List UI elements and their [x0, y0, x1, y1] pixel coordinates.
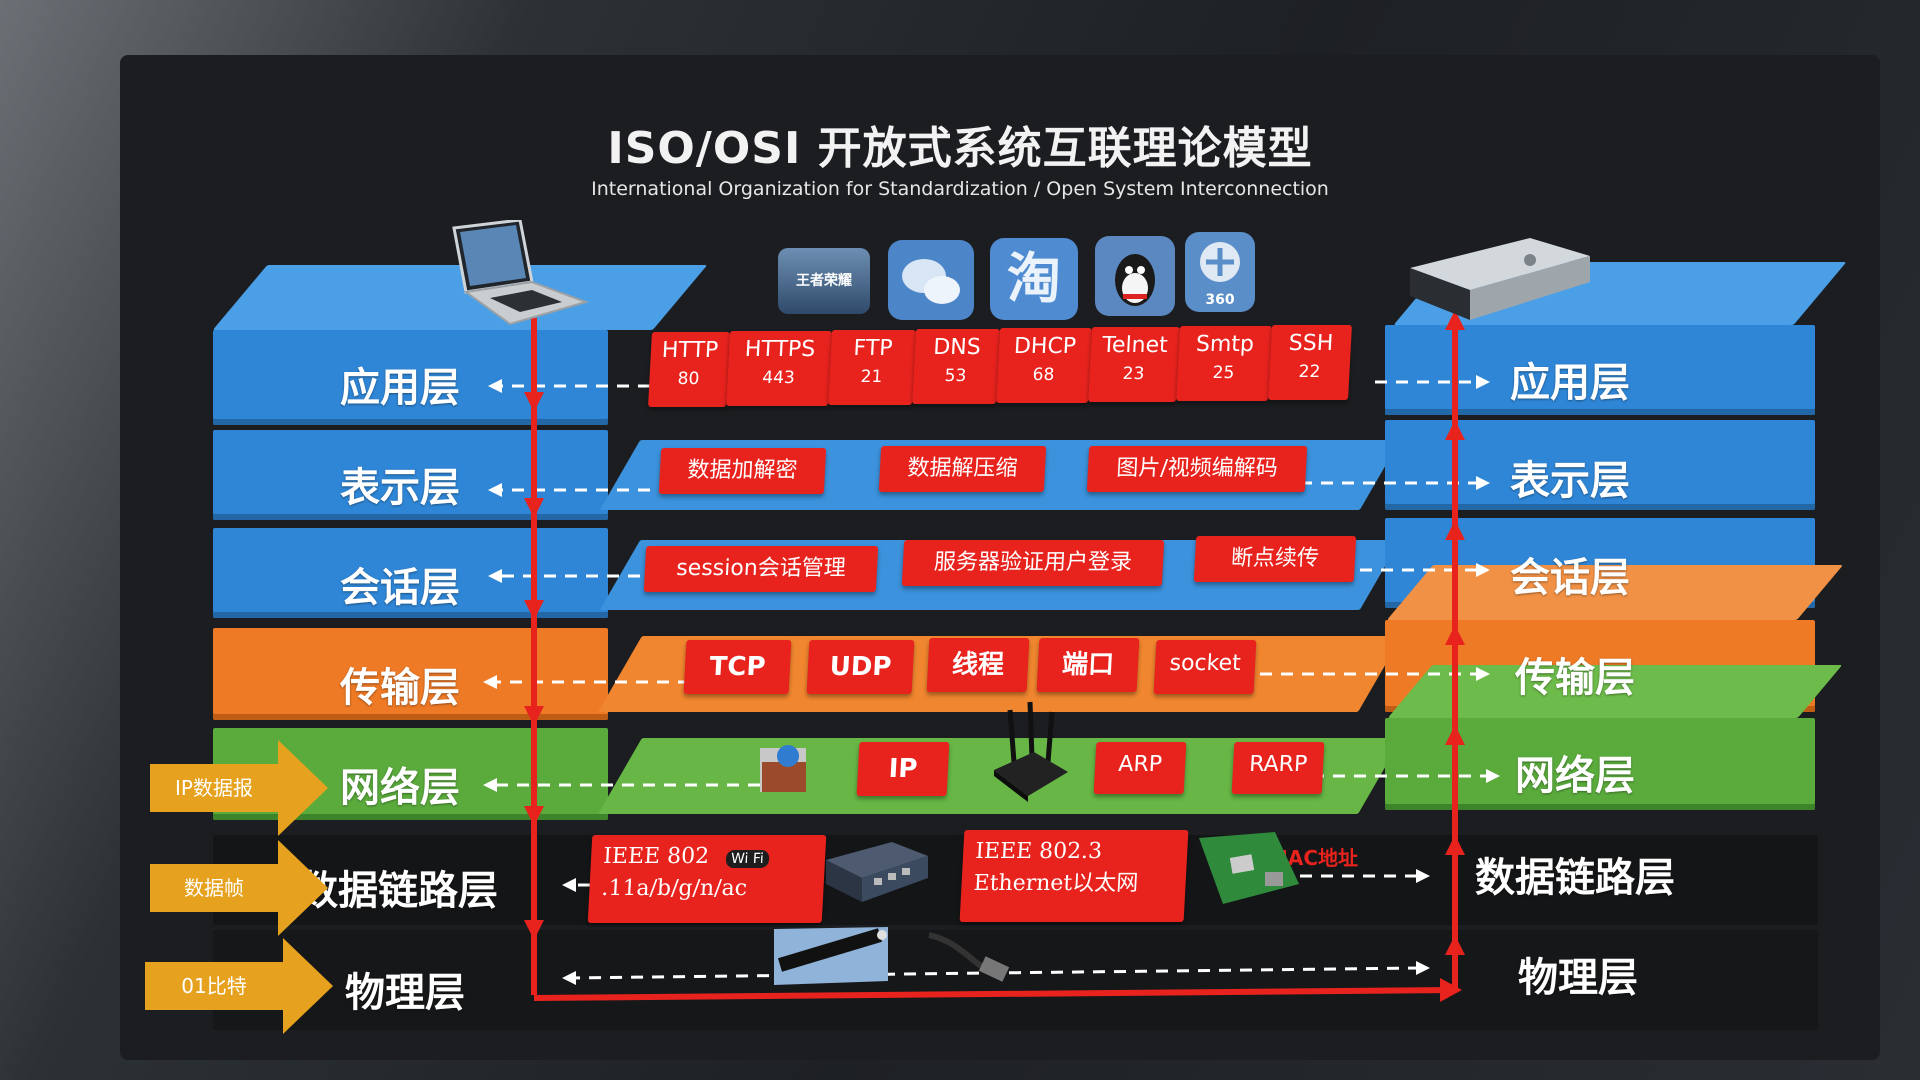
red-arrow-down-2: [524, 498, 544, 518]
ethernet-standard-line2: Ethernet以太网: [972, 871, 1139, 896]
game-app-icon-label: 王者荣耀: [796, 273, 852, 289]
red-arrow-down-3: [524, 600, 544, 620]
server-icon: [1410, 238, 1590, 320]
arrowhead-right-pres: [1476, 476, 1490, 490]
wifi-badge: Wi Fi: [725, 850, 770, 868]
red-arrow-up-4: [1445, 625, 1465, 645]
red-arrow-down-5: [524, 806, 544, 826]
arrowhead-right-trans: [1476, 667, 1490, 681]
wifi-standard-line2: .11a/b/g/n/ac: [600, 876, 748, 901]
protocol-name: Telnet: [1101, 333, 1169, 358]
protocol-name: SSH: [1288, 331, 1334, 356]
wifi-standard-line1: IEEE 802: [602, 844, 710, 869]
transport-item-port: 端口: [1036, 638, 1140, 692]
network-item-rarp: RARP: [1231, 742, 1325, 794]
presentation-item-codec: 图片/视频编解码: [1086, 446, 1308, 492]
red-arrow-down-4: [524, 706, 544, 726]
protocol-port: 68: [1032, 365, 1055, 385]
game-app-icon: 王者荣耀: [778, 248, 870, 314]
transport-item-thread: 线程: [926, 638, 1030, 692]
360-label: 360: [1205, 292, 1235, 308]
taobao-icon: 淘: [990, 238, 1078, 320]
arrowhead-left-dl: [562, 878, 576, 892]
arrowhead-left-phy: [562, 971, 576, 985]
protocol-name: HTTPS: [744, 337, 816, 362]
protocol-port: 53: [944, 366, 967, 386]
transport-item-tcp: TCP: [683, 640, 792, 694]
qq-penguin: [1115, 254, 1155, 306]
red-arrow-up-7: [1445, 935, 1465, 955]
red-arrow-up-2: [1445, 420, 1465, 440]
transport-item-udp: UDP: [806, 640, 915, 694]
protocol-tag-telnet: Telnet 23: [1088, 327, 1180, 402]
protocol-tag-http: HTTP 80: [648, 332, 730, 407]
protocol-port: 80: [677, 369, 700, 389]
presentation-item-encryption: 数据加解密: [658, 448, 827, 494]
firewall-icon: [760, 745, 806, 792]
arrowhead-right-sess: [1476, 563, 1490, 577]
protocol-port: 25: [1212, 363, 1235, 383]
protocol-name: DNS: [932, 335, 982, 360]
wechat-bubbles: [902, 259, 960, 304]
ethernet-plug-icon: [928, 932, 1010, 982]
red-arrow-up-5: [1445, 725, 1465, 745]
arrowhead-left-pres: [488, 483, 502, 497]
ethernet-standard-line1: IEEE 802.3: [974, 839, 1103, 864]
protocol-tag-smtp: Smtp 25: [1176, 326, 1272, 401]
photo-of-screen: ISO/OSI 开放式系统互联理论模型 International Organi…: [0, 0, 1920, 1080]
arrowhead-right-app: [1476, 375, 1490, 389]
protocol-port: 22: [1298, 362, 1321, 382]
network-switch-icon: [826, 842, 928, 902]
arrowhead-left-app: [488, 379, 502, 393]
red-arrow-right-bottom: [1440, 978, 1462, 1002]
protocol-name: HTTP: [661, 338, 719, 363]
protocol-port: 21: [860, 367, 883, 387]
red-arrow-up-6: [1445, 835, 1465, 855]
protocol-tag-ftp: FTP 21: [828, 330, 916, 405]
protocol-port: 23: [1122, 364, 1145, 384]
qq-icon: [1095, 236, 1175, 316]
coax-cable-icon: [774, 927, 888, 985]
transport-item-socket: socket: [1153, 640, 1257, 694]
arrowhead-left-sess: [488, 569, 502, 583]
protocol-name: DHCP: [1013, 334, 1077, 359]
360-shield: [1200, 242, 1240, 282]
network-item-arp: ARP: [1093, 742, 1187, 794]
wechat-icon: [888, 240, 974, 320]
protocol-port: 443: [761, 368, 796, 388]
taobao-icon-label: 淘: [1007, 247, 1061, 310]
red-arrow-up-3: [1445, 520, 1465, 540]
network-card-icon: [1199, 832, 1299, 904]
red-arrow-down-6: [524, 920, 544, 940]
datalink-ethernet-tag: IEEE 802.3 Ethernet以太网: [959, 830, 1189, 922]
protocol-name: Smtp: [1195, 332, 1255, 357]
protocol-tag-https: HTTPS 443: [726, 331, 832, 406]
session-item-management: session会话管理: [643, 546, 879, 592]
protocol-tag-dns: DNS 53: [912, 329, 1000, 404]
session-item-login: 服务器验证用户登录: [901, 540, 1165, 586]
datalink-wifi-tag: IEEE 802 Wi Fi .11a/b/g/n/ac: [587, 835, 827, 923]
laptop-icon: [452, 220, 590, 326]
network-item-ip: IP: [856, 742, 950, 796]
protocol-tag-dhcp: DHCP 68: [996, 328, 1092, 403]
presentation-item-compression: 数据解压缩: [878, 446, 1047, 492]
arrowhead-right-dl: [1416, 869, 1430, 883]
router-icon: [994, 701, 1068, 802]
protocol-tag-ssh: SSH 22: [1268, 325, 1352, 400]
session-item-resume: 断点续传: [1193, 536, 1357, 582]
arrowhead-left-trans: [483, 675, 497, 689]
arrowhead-right-phy: [1416, 961, 1430, 975]
360-security-icon: 360: [1185, 232, 1255, 312]
red-arrow-down-1: [524, 392, 544, 412]
arrowhead-left-net: [483, 778, 497, 792]
arrowhead-right-net: [1486, 769, 1500, 783]
protocol-name: FTP: [852, 336, 894, 361]
